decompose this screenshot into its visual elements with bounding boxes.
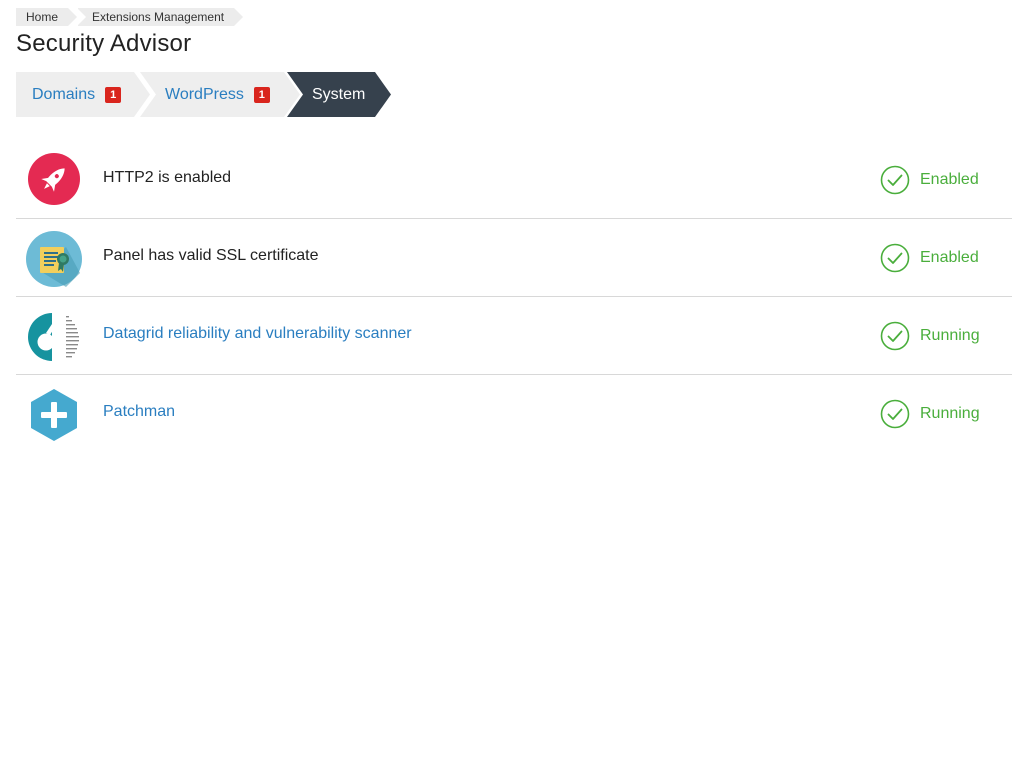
status-label: Running	[920, 327, 980, 344]
page-title: Security Advisor	[16, 30, 192, 57]
patchman-plus-icon	[26, 387, 82, 443]
rocket-icon	[26, 153, 82, 209]
status-badge: Running	[880, 321, 980, 351]
check-row-datagrid: Datagrid reliability and vulnerability s…	[16, 297, 1012, 375]
check-circle-icon	[880, 243, 910, 273]
tab-domains-label: Domains	[32, 85, 96, 103]
tab-system[interactable]: System	[287, 72, 391, 117]
datagrid-scanner-link[interactable]: Datagrid reliability and vulnerability s…	[103, 325, 412, 343]
check-row-http2: HTTP2 is enabled Enabled	[16, 141, 1012, 219]
status-badge: Enabled	[880, 243, 979, 273]
datagrid-logo-icon	[26, 309, 82, 365]
check-circle-icon	[880, 165, 910, 195]
patchman-link[interactable]: Patchman	[103, 403, 175, 421]
status-label: Enabled	[920, 249, 979, 266]
check-row-patchman: Patchman Running	[16, 375, 1012, 452]
page: Home Extensions Management Security Advi…	[0, 0, 1024, 768]
check-circle-icon	[880, 399, 910, 429]
tab-wordpress-badge: 1	[253, 86, 270, 103]
check-circle-icon	[880, 321, 910, 351]
check-title: HTTP2 is enabled	[103, 169, 232, 186]
status-badge: Running	[880, 399, 980, 429]
tab-wordpress-label: WordPress	[165, 85, 244, 103]
breadcrumb-item-extensions-management[interactable]: Extensions Management	[77, 8, 244, 26]
breadcrumb-item-home[interactable]: Home	[16, 8, 78, 26]
security-checks-list: HTTP2 is enabled Enabled Panel has valid…	[16, 141, 1012, 452]
status-badge: Enabled	[880, 165, 979, 195]
certificate-icon	[26, 231, 82, 287]
tab-domains[interactable]: Domains 1	[16, 72, 150, 117]
tab-wordpress[interactable]: WordPress 1	[140, 72, 300, 117]
breadcrumb: Home Extensions Management	[16, 8, 244, 26]
status-label: Enabled	[920, 171, 979, 188]
status-label: Running	[920, 405, 980, 422]
tab-domains-badge: 1	[105, 86, 122, 103]
tab-system-label: System	[312, 85, 366, 103]
check-row-ssl: Panel has valid SSL certificate Enabled	[16, 219, 1012, 297]
check-title: Panel has valid SSL certificate	[103, 247, 319, 264]
